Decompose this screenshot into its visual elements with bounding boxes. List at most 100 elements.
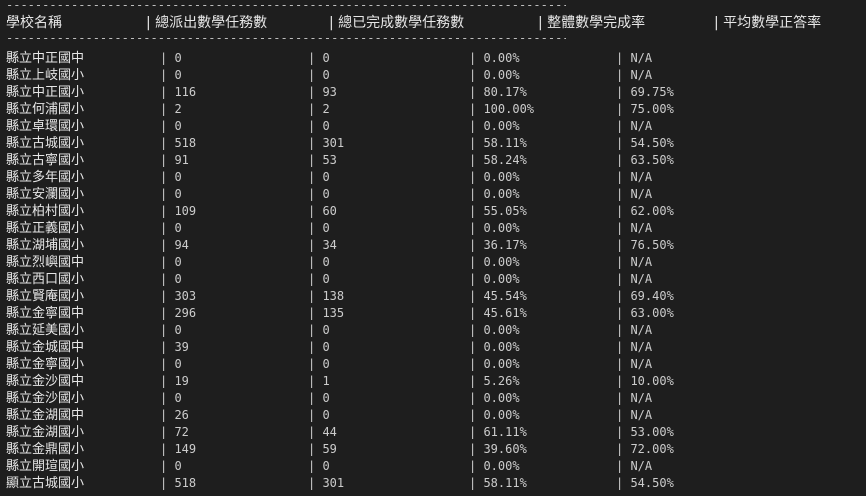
cell-completed-tasks: | 59 <box>308 442 337 456</box>
cell-completion-rate: | 45.61% <box>469 306 527 320</box>
table-row: 縣立柏村國小 | 109 | 60 | 55.05% | 62.00% <box>0 203 866 220</box>
cell-assigned-tasks: | 0 <box>160 272 182 286</box>
cell-assigned-tasks: | 91 <box>160 153 189 167</box>
cell-accuracy-rate: | 63.00% <box>616 306 674 320</box>
cell-completion-rate: | 58.11% <box>469 476 527 490</box>
cell-school-name: 縣立金湖國中 <box>6 408 85 423</box>
cell-completed-tasks: | 138 <box>308 289 345 303</box>
cell-completion-rate: | 0.00% <box>469 459 520 473</box>
table-row: 縣立古城國小 | 518 | 301 | 58.11% | 54.50% <box>0 135 866 152</box>
cell-accuracy-rate: | N/A <box>616 323 653 337</box>
cell-accuracy-rate: | 10.00% <box>616 374 674 388</box>
cell-completed-tasks: | 34 <box>308 238 337 252</box>
cell-completion-rate: | 0.00% <box>469 221 520 235</box>
table-row: 縣立卓環國小 | 0 | 0 | 0.00% | N/A <box>0 118 866 135</box>
header-school-name: 學校名稱 <box>6 15 62 31</box>
cell-completion-rate: | 5.26% <box>469 374 520 388</box>
cell-accuracy-rate: | N/A <box>616 272 653 286</box>
cell-school-name: 縣立西口國小 <box>6 272 85 287</box>
table-top-rule: ----------------------------------------… <box>6 0 566 10</box>
header-assigned-tasks: | 總派出數學任務數 <box>146 15 268 31</box>
cell-assigned-tasks: | 303 <box>160 289 197 303</box>
cell-completion-rate: | 0.00% <box>469 340 520 354</box>
cell-assigned-tasks: | 149 <box>160 442 197 456</box>
cell-assigned-tasks: | 19 <box>160 374 189 388</box>
cell-school-name: 縣立烈嶼國中 <box>6 255 85 270</box>
cell-assigned-tasks: | 518 <box>160 476 197 490</box>
cell-completed-tasks: | 2 <box>308 102 330 116</box>
cell-completed-tasks: | 0 <box>308 119 330 133</box>
cell-school-name: 縣立金寧國小 <box>6 357 85 372</box>
table-row: 縣立湖埔國小 | 94 | 34 | 36.17% | 76.50% <box>0 237 866 254</box>
cell-accuracy-rate: | N/A <box>616 187 653 201</box>
cell-completion-rate: | 0.00% <box>469 187 520 201</box>
cell-accuracy-rate: | 72.00% <box>616 442 674 456</box>
cell-school-name: 縣立古城國小 <box>6 136 85 151</box>
cell-accuracy-rate: | N/A <box>616 51 653 65</box>
header-accuracy-rate: | 平均數學正答率 <box>714 15 822 31</box>
cell-assigned-tasks: | 0 <box>160 68 182 82</box>
cell-school-name: 縣立開瑄國小 <box>6 459 85 474</box>
cell-assigned-tasks: | 39 <box>160 340 189 354</box>
cell-assigned-tasks: | 2 <box>160 102 182 116</box>
cell-completion-rate: | 0.00% <box>469 391 520 405</box>
cell-completion-rate: | 0.00% <box>469 255 520 269</box>
cell-completed-tasks: | 60 <box>308 204 337 218</box>
cell-school-name: 縣立卓環國小 <box>6 119 85 134</box>
header-completed-tasks: | 總已完成數學任務數 <box>329 15 465 31</box>
cell-completion-rate: | 36.17% <box>469 238 527 252</box>
cell-accuracy-rate: | N/A <box>616 255 653 269</box>
table-header: 學校名稱 | 總派出數學任務數 | 總已完成數學任務數 | 整體數學完成率 | … <box>0 13 866 33</box>
cell-completed-tasks: | 53 <box>308 153 337 167</box>
cell-completion-rate: | 0.00% <box>469 323 520 337</box>
cell-assigned-tasks: | 0 <box>160 459 182 473</box>
cell-assigned-tasks: | 296 <box>160 306 197 320</box>
cell-assigned-tasks: | 518 <box>160 136 197 150</box>
cell-assigned-tasks: | 72 <box>160 425 189 439</box>
cell-accuracy-rate: | 69.40% <box>616 289 674 303</box>
cell-completion-rate: | 0.00% <box>469 408 520 422</box>
table-row: 縣立中正國中 | 0 | 0 | 0.00% | N/A <box>0 50 866 67</box>
cell-school-name: 縣立上岐國小 <box>6 68 85 83</box>
cell-accuracy-rate: | N/A <box>616 170 653 184</box>
cell-assigned-tasks: | 0 <box>160 391 182 405</box>
cell-school-name: 縣立多年國小 <box>6 170 85 185</box>
cell-completed-tasks: | 0 <box>308 272 330 286</box>
cell-accuracy-rate: | 69.75% <box>616 85 674 99</box>
cell-assigned-tasks: | 109 <box>160 204 197 218</box>
terminal-output: ----------------------------------------… <box>0 0 866 496</box>
cell-accuracy-rate: | N/A <box>616 459 653 473</box>
cell-school-name: 縣立湖埔國小 <box>6 238 85 253</box>
cell-accuracy-rate: | N/A <box>616 340 653 354</box>
table-row: 縣立西口國小 | 0 | 0 | 0.00% | N/A <box>0 271 866 288</box>
cell-completed-tasks: | 0 <box>308 357 330 371</box>
cell-accuracy-rate: | 53.00% <box>616 425 674 439</box>
cell-school-name: 縣立柏村國小 <box>6 204 85 219</box>
cell-completion-rate: | 0.00% <box>469 357 520 371</box>
cell-school-name: 縣立金湖國小 <box>6 425 85 440</box>
table-row: 縣立金寧國中 | 296 | 135 | 45.61% | 63.00% <box>0 305 866 322</box>
cell-assigned-tasks: | 0 <box>160 119 182 133</box>
cell-completed-tasks: | 0 <box>308 221 330 235</box>
cell-accuracy-rate: | 62.00% <box>616 204 674 218</box>
cell-assigned-tasks: | 0 <box>160 221 182 235</box>
cell-assigned-tasks: | 0 <box>160 187 182 201</box>
cell-completed-tasks: | 44 <box>308 425 337 439</box>
table-header-rule: ----------------------------------------… <box>6 33 566 43</box>
cell-completed-tasks: | 0 <box>308 340 330 354</box>
cell-completed-tasks: | 0 <box>308 459 330 473</box>
cell-completion-rate: | 39.60% <box>469 442 527 456</box>
cell-completed-tasks: | 0 <box>308 51 330 65</box>
cell-school-name: 顯立古城國小 <box>6 476 85 491</box>
cell-assigned-tasks: | 26 <box>160 408 189 422</box>
cell-completed-tasks: | 135 <box>308 306 345 320</box>
cell-completed-tasks: | 93 <box>308 85 337 99</box>
cell-assigned-tasks: | 0 <box>160 323 182 337</box>
cell-accuracy-rate: | N/A <box>616 357 653 371</box>
cell-completed-tasks: | 0 <box>308 323 330 337</box>
cell-assigned-tasks: | 94 <box>160 238 189 252</box>
cell-school-name: 縣立中正國小 <box>6 85 85 100</box>
cell-accuracy-rate: | 76.50% <box>616 238 674 252</box>
cell-accuracy-rate: | 54.50% <box>616 476 674 490</box>
cell-completed-tasks: | 0 <box>308 255 330 269</box>
